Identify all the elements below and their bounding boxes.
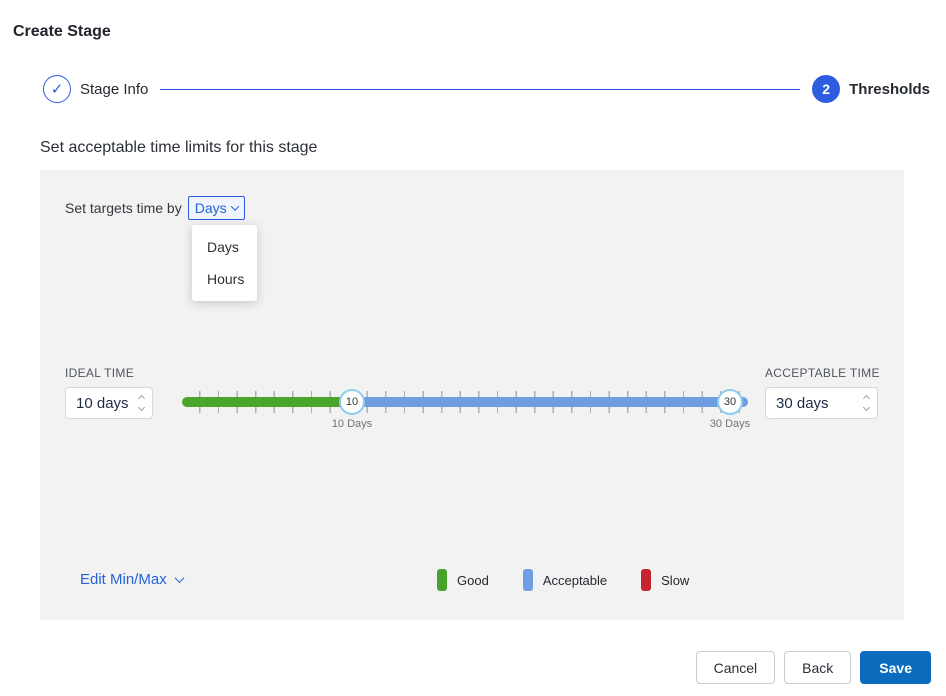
- spinner-up-icon[interactable]: [863, 395, 870, 402]
- chevron-down-icon: [230, 202, 238, 210]
- legend-slow-label: Slow: [661, 573, 689, 588]
- step-thresholds-label: Thresholds: [849, 81, 930, 98]
- slider-min-label: 10 Days: [322, 418, 382, 430]
- acceptable-time-value: 30 days: [776, 395, 858, 412]
- slider-track[interactable]: [182, 397, 748, 407]
- check-circle-icon: ✓: [43, 75, 71, 103]
- ideal-time-label: IDEAL TIME: [65, 366, 134, 380]
- unit-option-hours[interactable]: Hours: [192, 263, 257, 295]
- step-number-badge: 2: [812, 75, 840, 103]
- save-button[interactable]: Save: [860, 651, 931, 684]
- thresholds-panel: Set targets time by Days Days Hours IDEA…: [40, 170, 904, 620]
- slider-handle-min[interactable]: 10: [339, 389, 365, 415]
- ideal-time-value: 10 days: [76, 395, 133, 412]
- spinner-up-icon[interactable]: [138, 395, 145, 402]
- chevron-down-icon: [174, 573, 184, 583]
- legend: Good Acceptable Slow: [437, 569, 723, 591]
- spinner-down-icon[interactable]: [863, 404, 870, 411]
- unit-dropdown-menu: Days Hours: [192, 225, 257, 301]
- step-thresholds[interactable]: 2 Thresholds: [812, 75, 930, 103]
- legend-good-label: Good: [457, 573, 489, 588]
- unit-dropdown[interactable]: Days: [188, 196, 245, 220]
- legend-acceptable-label: Acceptable: [543, 573, 607, 588]
- dialog-footer: Cancel Back Save: [696, 651, 931, 684]
- slow-swatch-icon: [641, 569, 651, 591]
- spinner-down-icon[interactable]: [138, 404, 145, 411]
- ideal-time-input[interactable]: 10 days: [65, 387, 153, 419]
- stepper: ✓ Stage Info 2 Thresholds: [43, 75, 930, 103]
- edit-minmax-link[interactable]: Edit Min/Max: [80, 571, 183, 588]
- good-swatch-icon: [437, 569, 447, 591]
- slider-segment-acceptable: [352, 397, 748, 407]
- cancel-button[interactable]: Cancel: [696, 651, 776, 684]
- target-time-row: Set targets time by Days: [65, 196, 245, 220]
- page-title: Create Stage: [13, 23, 111, 41]
- ideal-time-spinner: [139, 396, 144, 410]
- step-stage-info-label: Stage Info: [80, 81, 148, 98]
- target-time-label: Set targets time by: [65, 200, 182, 216]
- unit-dropdown-value: Days: [195, 200, 227, 216]
- legend-item-acceptable: Acceptable: [523, 569, 607, 591]
- acceptable-time-label: ACCEPTABLE TIME: [765, 366, 880, 380]
- acceptable-time-spinner: [864, 396, 869, 410]
- slider-segment-good: [182, 397, 352, 407]
- acceptable-swatch-icon: [523, 569, 533, 591]
- slider-handle-max[interactable]: 30: [717, 389, 743, 415]
- step-stage-info[interactable]: ✓ Stage Info: [43, 75, 148, 103]
- back-button[interactable]: Back: [784, 651, 851, 684]
- legend-item-good: Good: [437, 569, 489, 591]
- edit-minmax-label: Edit Min/Max: [80, 571, 167, 588]
- acceptable-time-input[interactable]: 30 days: [765, 387, 878, 419]
- unit-option-days[interactable]: Days: [192, 231, 257, 263]
- slider-max-label: 30 Days: [700, 418, 760, 430]
- section-heading: Set acceptable time limits for this stag…: [40, 139, 317, 157]
- legend-item-slow: Slow: [641, 569, 689, 591]
- create-stage-dialog: Create Stage ✓ Stage Info 2 Thresholds S…: [0, 0, 946, 696]
- stepper-connector-line: [160, 89, 800, 90]
